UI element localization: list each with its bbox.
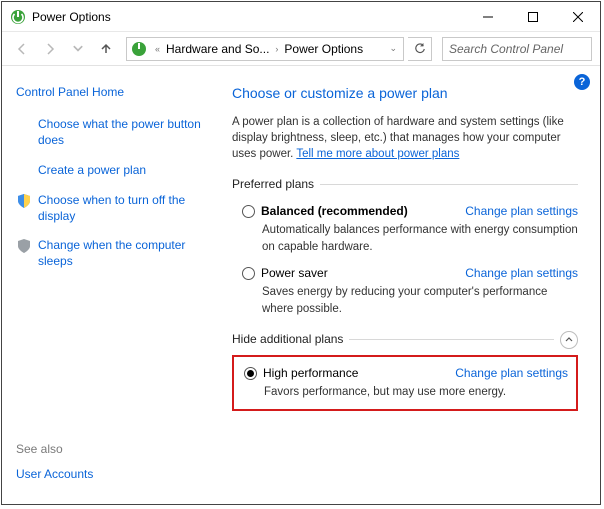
plan-name[interactable]: Balanced (recommended) [261, 203, 408, 220]
minimize-button[interactable] [465, 2, 510, 31]
help-icon[interactable]: ? [574, 74, 590, 90]
shield-icon [16, 238, 32, 254]
power-options-window: Power Options « Hardware and So... › Pow… [1, 1, 601, 505]
breadcrumb[interactable]: « Hardware and So... › Power Options ⌄ [126, 37, 404, 61]
power-options-icon [10, 9, 26, 25]
breadcrumb-segment[interactable]: Hardware and So... [164, 42, 271, 56]
titlebar: Power Options [2, 2, 600, 32]
shield-icon [16, 193, 32, 209]
maximize-button[interactable] [510, 2, 555, 31]
high-performance-highlight: High performance Change plan settings Fa… [232, 355, 578, 411]
preferred-plans-header: Preferred plans [232, 176, 578, 193]
search-input[interactable] [442, 37, 592, 61]
see-also-label: See also [16, 442, 216, 456]
plan-power-saver: Power saver Change plan settings Saves e… [242, 265, 578, 317]
close-button[interactable] [555, 2, 600, 31]
sidebar-link-sleep[interactable]: Change when the computer sleeps [38, 237, 216, 269]
chevron-down-icon[interactable]: ⌄ [385, 43, 403, 54]
plan-description: Saves energy by reducing your computer's… [262, 284, 578, 316]
chevron-right-icon[interactable]: « [151, 44, 164, 54]
refresh-button[interactable] [408, 37, 432, 61]
radio-power-saver[interactable] [242, 267, 255, 280]
recent-dropdown-icon[interactable] [66, 37, 90, 61]
plan-balanced: Balanced (recommended) Change plan setti… [242, 203, 578, 255]
page-description: A power plan is a collection of hardware… [232, 114, 578, 162]
sidebar-link-create-plan[interactable]: Create a power plan [38, 162, 146, 178]
tell-me-more-link[interactable]: Tell me more about power plans [296, 148, 459, 160]
change-plan-settings-link[interactable]: Change plan settings [465, 265, 578, 282]
hide-additional-plans-header[interactable]: Hide additional plans [232, 331, 578, 349]
change-plan-settings-link[interactable]: Change plan settings [465, 203, 578, 220]
chevron-right-icon[interactable]: › [271, 44, 282, 54]
radio-balanced[interactable] [242, 205, 255, 218]
power-options-icon [131, 41, 147, 57]
up-button[interactable] [94, 37, 118, 61]
back-button[interactable] [10, 37, 34, 61]
forward-button[interactable] [38, 37, 62, 61]
change-plan-settings-link[interactable]: Change plan settings [455, 365, 568, 382]
sidebar-link-turn-off-display[interactable]: Choose when to turn off the display [38, 192, 216, 224]
main-panel: Choose or customize a power plan A power… [226, 66, 600, 504]
content-area: ? Control Panel Home Choose what the pow… [2, 66, 600, 504]
control-panel-home-link[interactable]: Control Panel Home [16, 84, 216, 100]
window-title: Power Options [32, 10, 465, 24]
page-heading: Choose or customize a power plan [232, 84, 578, 104]
plan-description: Automatically balances performance with … [262, 222, 578, 254]
plan-name[interactable]: High performance [263, 365, 358, 382]
collapse-up-icon[interactable] [560, 331, 578, 349]
radio-high-performance[interactable] [244, 367, 257, 380]
sidebar: Control Panel Home Choose what the power… [2, 66, 226, 504]
plan-high-performance: High performance Change plan settings Fa… [244, 365, 568, 401]
plan-description: Favors performance, but may use more ene… [264, 384, 568, 400]
user-accounts-link[interactable]: User Accounts [16, 466, 216, 482]
navbar: « Hardware and So... › Power Options ⌄ [2, 32, 600, 66]
breadcrumb-segment[interactable]: Power Options [282, 42, 365, 56]
sidebar-link-power-button[interactable]: Choose what the power button does [38, 116, 216, 148]
plan-name[interactable]: Power saver [261, 265, 328, 282]
